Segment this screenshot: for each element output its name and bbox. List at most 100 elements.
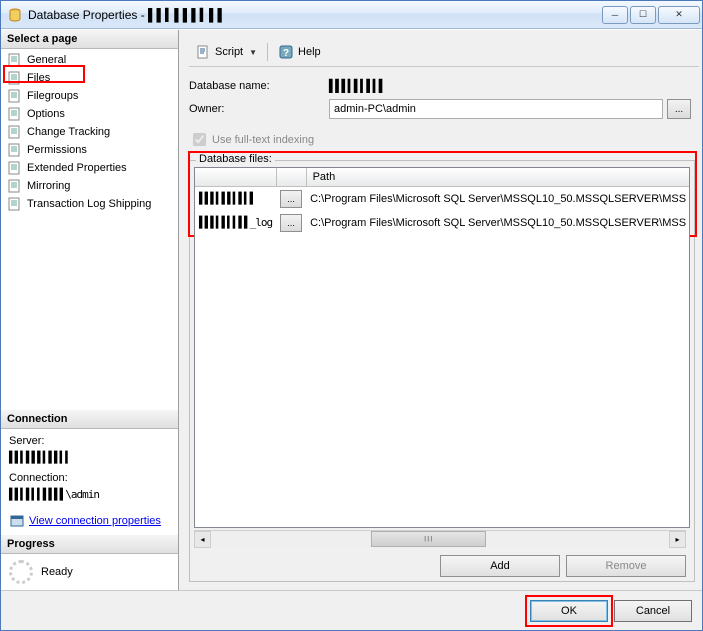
page-icon	[7, 178, 23, 194]
col-browse[interactable]	[276, 168, 306, 186]
maximize-button[interactable]: ☐	[630, 6, 656, 24]
help-label: Help	[298, 46, 321, 58]
svg-text:?: ?	[283, 48, 289, 59]
col-name[interactable]	[195, 168, 276, 186]
page-icon	[7, 124, 23, 140]
dialog-window: Database Properties - ▌▌▍▌▌▌▍▌▌ ─ ☐ ✕ Se…	[0, 0, 703, 631]
page-label: Options	[27, 108, 65, 120]
col-path[interactable]: Path	[306, 168, 690, 186]
help-button[interactable]: ? Help	[274, 42, 325, 62]
select-page-header: Select a page	[1, 30, 178, 49]
table-row[interactable]: ▌▌▌▍▌▌▍▌▍▌ ... C:\Program Files\Microsof…	[195, 186, 690, 211]
connection-section: Connection Server: ▌▌▍▌▌▌▍▌▌▍▍ Connectio…	[1, 410, 178, 590]
owner-browse-button[interactable]: ...	[667, 99, 691, 119]
toolbar-separator	[267, 43, 268, 61]
file-name-cell[interactable]: ▌▌▌▍▌▌▍▌▍▌	[195, 186, 276, 211]
server-value: ▌▌▍▌▌▌▍▌▌▍▍	[9, 451, 170, 464]
scroll-thumb[interactable]	[371, 531, 486, 547]
files-grid[interactable]: Path ▌▌▌▍▌▌▍▌▍▌ ... C:\Program Files\Mic…	[194, 167, 690, 528]
view-conn-props-link[interactable]: View connection properties	[29, 515, 161, 527]
page-icon	[7, 196, 23, 212]
file-path-cell[interactable]: C:\Program Files\Microsoft SQL Server\MS…	[306, 186, 690, 211]
owner-input[interactable]	[329, 99, 663, 119]
page-label: Transaction Log Shipping	[27, 198, 151, 210]
page-item-general[interactable]: General	[1, 51, 178, 69]
page-icon	[7, 106, 23, 122]
add-button[interactable]: Add	[440, 555, 560, 577]
page-icon	[7, 160, 23, 176]
page-icon	[7, 88, 23, 104]
horizontal-scrollbar[interactable]: ◂ ▸	[194, 530, 686, 547]
table-row[interactable]: ▌▌▌▍▌▍▍▌▌_log ... C:\Program Files\Micro…	[195, 211, 690, 235]
progress-status: Ready	[41, 566, 73, 578]
connection-body: Server: ▌▌▍▌▌▌▍▌▌▍▍ Connection: ▌▌▍▌▍▍▌▌…	[1, 429, 178, 535]
fulltext-checkbox	[193, 133, 206, 146]
scroll-track[interactable]	[211, 531, 669, 547]
page-label: Files	[27, 72, 50, 84]
ok-button[interactable]: OK	[530, 600, 608, 622]
fulltext-row: Use full-text indexing	[193, 133, 699, 146]
page-item-filegroups[interactable]: Filegroups	[1, 87, 178, 105]
database-files-fieldset: Database files: Path	[189, 160, 695, 582]
connection-header: Connection	[1, 410, 178, 429]
properties-icon	[9, 513, 25, 529]
help-icon: ?	[278, 44, 294, 60]
files-table-header: Path	[195, 168, 690, 186]
page-list: General Files Filegroups Options Ch	[1, 49, 178, 215]
page-label: Filegroups	[27, 90, 78, 102]
close-button[interactable]: ✕	[658, 6, 700, 24]
page-item-permissions[interactable]: Permissions	[1, 141, 178, 159]
db-name-label: Database name:	[189, 80, 329, 92]
page-label: Permissions	[27, 144, 87, 156]
page-label: Extended Properties	[27, 162, 127, 174]
window-title: Database Properties - ▌▌▍▌▌▌▍▌▌	[28, 8, 602, 22]
content-toolbar: Script ▼ ? Help	[189, 38, 699, 67]
page-item-options[interactable]: Options	[1, 105, 178, 123]
page-label: Change Tracking	[27, 126, 110, 138]
minimize-button[interactable]: ─	[602, 6, 628, 24]
view-conn-props[interactable]: View connection properties	[9, 513, 170, 529]
database-files-legend: Database files:	[196, 153, 275, 165]
file-browse-button[interactable]: ...	[280, 190, 302, 208]
script-button[interactable]: Script ▼	[191, 42, 261, 62]
page-item-log-shipping[interactable]: Transaction Log Shipping	[1, 195, 178, 213]
file-name-cell[interactable]: ▌▌▌▍▌▍▍▌▌_log	[195, 211, 276, 235]
file-path-cell[interactable]: C:\Program Files\Microsoft SQL Server\MS…	[306, 211, 690, 235]
window-controls: ─ ☐ ✕	[602, 6, 700, 24]
chevron-down-icon: ▼	[249, 48, 257, 57]
page-item-change-tracking[interactable]: Change Tracking	[1, 123, 178, 141]
remove-button: Remove	[566, 555, 686, 577]
scroll-right-icon[interactable]: ▸	[669, 531, 686, 548]
script-icon	[195, 44, 211, 60]
page-label: Mirroring	[27, 180, 70, 192]
progress-body: Ready	[1, 554, 178, 590]
file-browse-button[interactable]: ...	[280, 214, 302, 232]
dialog-footer: OK Cancel	[1, 590, 702, 630]
owner-row: Owner: ...	[189, 99, 699, 119]
page-icon	[7, 70, 23, 86]
grid-actions: Add Remove	[194, 555, 690, 577]
db-name-row: Database name: ▌▌▌▍▌▍▌▍▌	[189, 79, 699, 93]
cancel-button[interactable]: Cancel	[614, 600, 692, 622]
page-icon	[7, 142, 23, 158]
db-name-value: ▌▌▌▍▌▍▌▍▌	[329, 79, 385, 93]
titlebar: Database Properties - ▌▌▍▌▌▌▍▌▌ ─ ☐ ✕	[1, 1, 702, 29]
page-item-mirroring[interactable]: Mirroring	[1, 177, 178, 195]
connection-value: ▌▌▍▌▍▍▌▌▌▌\admin	[9, 488, 170, 501]
fulltext-label: Use full-text indexing	[212, 134, 314, 146]
progress-header: Progress	[1, 535, 178, 554]
database-icon	[7, 7, 23, 23]
progress-ring-icon	[9, 560, 33, 584]
files-table: Path ▌▌▌▍▌▌▍▌▍▌ ... C:\Program Files\Mic…	[195, 168, 690, 235]
scroll-left-icon[interactable]: ◂	[194, 531, 211, 548]
page-label: General	[27, 54, 66, 66]
page-item-files[interactable]: Files	[1, 69, 178, 87]
sidebar: Select a page General Files Filegroups	[1, 30, 179, 590]
content-panel: Script ▼ ? Help Database name: ▌▌▌▍▌▍▌▍▌…	[179, 30, 702, 590]
page-item-extended-properties[interactable]: Extended Properties	[1, 159, 178, 177]
server-label: Server:	[9, 435, 170, 447]
page-icon	[7, 52, 23, 68]
owner-label: Owner:	[189, 103, 329, 115]
dialog-body: Select a page General Files Filegroups	[1, 29, 702, 590]
connection-label: Connection:	[9, 472, 170, 484]
